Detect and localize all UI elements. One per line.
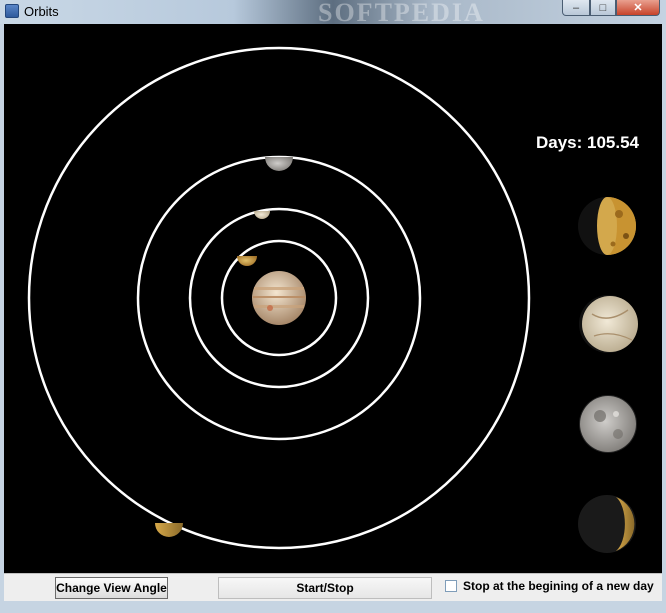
ganymede-moon-on-orbit bbox=[265, 157, 293, 171]
io-moon-on-orbit bbox=[237, 256, 257, 266]
title-bar[interactable]: Orbits SOFTPEDIA – □ ✕ bbox=[0, 0, 666, 27]
callisto-moon-on-orbit bbox=[155, 523, 183, 537]
days-counter: Days: 105.54 bbox=[535, 133, 639, 152]
io-phase-icon bbox=[578, 197, 636, 255]
java-app-icon bbox=[5, 4, 19, 18]
minimize-button[interactable]: – bbox=[562, 0, 590, 16]
europa-moon-on-orbit bbox=[254, 211, 270, 219]
change-view-angle-button[interactable]: Change View Angle bbox=[55, 577, 168, 599]
stop-new-day-option[interactable]: Stop at the begining of a new day bbox=[445, 579, 654, 593]
window-frame-bottom bbox=[0, 601, 666, 613]
control-panel: Change View Angle Start/Stop Stop at the… bbox=[4, 573, 662, 602]
close-button[interactable]: ✕ bbox=[616, 0, 660, 16]
callisto-phase-icon bbox=[578, 495, 636, 553]
orbit-canvas[interactable]: Days: 105.54 bbox=[4, 24, 662, 573]
maximize-button[interactable]: □ bbox=[590, 0, 616, 16]
start-stop-button[interactable]: Start/Stop bbox=[218, 577, 432, 599]
europa-phase-icon bbox=[579, 295, 638, 353]
window-frame-right bbox=[662, 24, 666, 613]
stop-new-day-checkbox[interactable] bbox=[445, 580, 457, 592]
minimize-icon: – bbox=[572, 1, 580, 14]
orbit-view bbox=[27, 46, 638, 553]
close-icon: ✕ bbox=[633, 2, 643, 14]
jupiter-planet bbox=[252, 271, 306, 325]
stop-new-day-label: Stop at the begining of a new day bbox=[463, 579, 654, 593]
window-title: Orbits bbox=[24, 4, 59, 19]
maximize-icon: □ bbox=[599, 1, 607, 14]
ganymede-phase-icon bbox=[579, 395, 637, 453]
